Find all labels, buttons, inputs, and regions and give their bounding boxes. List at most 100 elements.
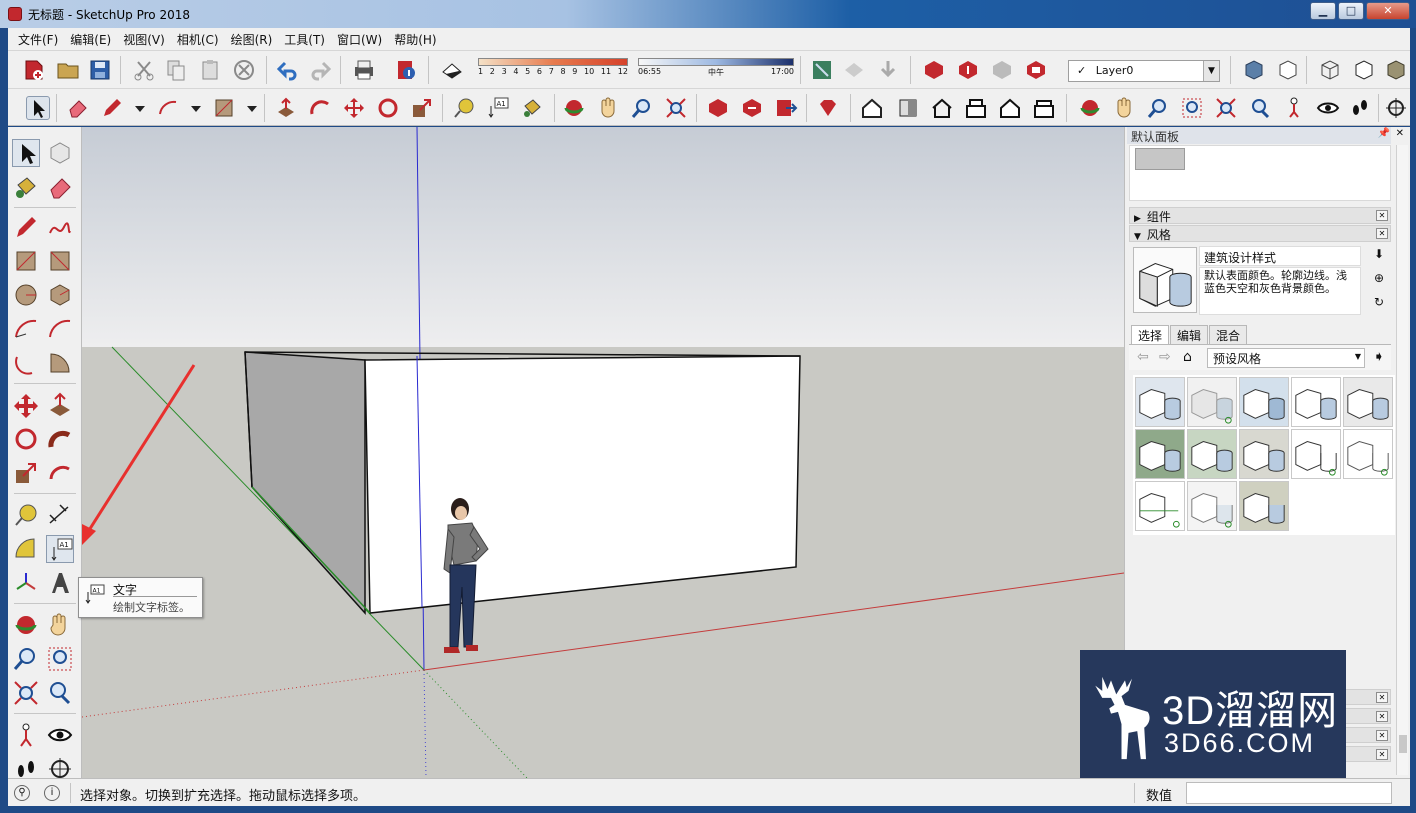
menu-camera[interactable]: 相机(C) xyxy=(171,31,225,48)
chevron-down-icon[interactable] xyxy=(184,96,201,120)
position-camera-icon[interactable] xyxy=(12,721,40,749)
3d-warehouse-icon[interactable] xyxy=(922,58,946,82)
paste-icon[interactable] xyxy=(198,58,222,82)
move-icon[interactable] xyxy=(342,96,366,120)
copy-icon[interactable] xyxy=(164,58,188,82)
style-swatch[interactable] xyxy=(1343,377,1393,427)
close-icon[interactable]: ✕ xyxy=(1376,210,1388,221)
wireframe-icon[interactable] xyxy=(1318,58,1342,82)
tape-measure-icon[interactable] xyxy=(12,501,40,529)
offset-icon[interactable] xyxy=(46,459,74,487)
orbit-icon[interactable] xyxy=(562,96,586,120)
close-button[interactable]: ✕ xyxy=(1366,2,1410,20)
warehouse-get-models-icon[interactable] xyxy=(706,96,730,120)
paint-bucket-icon[interactable] xyxy=(12,173,40,201)
new-file-icon[interactable] xyxy=(22,58,46,82)
front-view-icon[interactable] xyxy=(930,96,954,120)
menu-window[interactable]: 窗口(W) xyxy=(331,31,388,48)
move-icon[interactable] xyxy=(12,391,40,419)
style-swatch[interactable] xyxy=(1187,481,1237,531)
style-swatch[interactable] xyxy=(1135,481,1185,531)
zoom-icon[interactable] xyxy=(1146,96,1170,120)
three-point-arc-icon[interactable] xyxy=(12,349,40,377)
pan-hand-icon[interactable] xyxy=(596,96,620,120)
rotate-icon[interactable] xyxy=(12,425,40,453)
look-around-eye-icon[interactable] xyxy=(1316,96,1340,120)
close-icon[interactable]: ✕ xyxy=(1376,730,1388,741)
zoom-extents-icon[interactable] xyxy=(664,96,688,120)
style-swatch[interactable] xyxy=(1135,429,1185,479)
close-icon[interactable]: ✕ xyxy=(1396,128,1404,139)
close-icon[interactable]: ✕ xyxy=(1376,749,1388,760)
shadow-time-slider[interactable]: 06:55 中午 17:00 xyxy=(638,58,794,78)
close-icon[interactable]: ✕ xyxy=(1376,711,1388,722)
shadow-toggle-icon[interactable] xyxy=(440,58,464,82)
style-description-field[interactable]: 默认表面颜色。轮廓边线。浅蓝色天空和灰色背景颜色。 xyxy=(1199,267,1361,315)
chevron-down-icon[interactable] xyxy=(128,96,145,120)
position-camera-icon[interactable] xyxy=(1282,96,1306,120)
geo-location-icon[interactable] xyxy=(810,58,834,82)
style-name-field[interactable]: 建筑设计样式 xyxy=(1199,246,1361,266)
zoom-icon[interactable] xyxy=(12,645,40,673)
top-view-icon[interactable] xyxy=(896,96,920,120)
layer-dropdown[interactable]: ✓ Layer0 ▼ xyxy=(1068,60,1220,82)
material-swatch[interactable] xyxy=(1135,148,1185,170)
tab-edit[interactable]: 编辑 xyxy=(1170,325,1209,344)
arc-icon[interactable] xyxy=(12,315,40,343)
orbit-icon[interactable] xyxy=(12,611,40,639)
styles-panel-header[interactable]: ▼ 风格 ✕ xyxy=(1129,225,1391,242)
home-icon[interactable]: ⌂ xyxy=(1183,349,1192,365)
dimension-icon[interactable] xyxy=(46,501,74,529)
pin-icon[interactable]: 📌 xyxy=(1378,128,1390,139)
right-view-icon[interactable] xyxy=(964,96,988,120)
menu-file[interactable]: 文件(F) xyxy=(12,31,64,48)
maximize-button[interactable]: □ xyxy=(1338,2,1364,20)
details-arrow-icon[interactable]: ➧ xyxy=(1373,349,1385,365)
line-pencil-icon[interactable] xyxy=(12,213,40,241)
cut-icon[interactable] xyxy=(132,58,156,82)
line-pencil-icon[interactable] xyxy=(100,96,124,120)
save-icon[interactable] xyxy=(88,58,112,82)
update-style-icon[interactable]: ⬇ xyxy=(1371,247,1387,271)
share-component-icon[interactable] xyxy=(990,58,1014,82)
push-pull-icon[interactable] xyxy=(46,391,74,419)
import-terrain-icon[interactable] xyxy=(876,58,900,82)
style-swatch[interactable] xyxy=(1187,377,1237,427)
iso-view-icon[interactable] xyxy=(860,96,884,120)
open-folder-icon[interactable] xyxy=(56,58,80,82)
style-swatch[interactable] xyxy=(1291,429,1341,479)
menu-view[interactable]: 视图(V) xyxy=(117,31,171,48)
redo-icon[interactable] xyxy=(308,58,332,82)
close-icon[interactable]: ✕ xyxy=(1376,228,1388,239)
create-style-icon[interactable]: ⊕ xyxy=(1371,271,1387,295)
text-tool-icon[interactable]: A1 xyxy=(486,96,510,120)
close-icon[interactable]: ✕ xyxy=(1376,692,1388,703)
forward-arrow-icon[interactable]: ⇨ xyxy=(1159,349,1171,365)
text-tool-icon[interactable]: A1 xyxy=(46,535,74,563)
select-arrow-icon[interactable] xyxy=(12,139,40,167)
rectangle-icon[interactable] xyxy=(212,96,236,120)
menu-draw[interactable]: 绘图(R) xyxy=(225,31,279,48)
ruby-console-icon[interactable] xyxy=(816,96,840,120)
tab-mix[interactable]: 混合 xyxy=(1209,325,1248,344)
tray-scrollbar[interactable] xyxy=(1396,145,1408,775)
refresh-icon[interactable]: ↻ xyxy=(1371,295,1387,319)
previous-view-icon[interactable] xyxy=(46,679,74,707)
menu-edit[interactable]: 编辑(E) xyxy=(64,31,117,48)
back-view-icon[interactable] xyxy=(998,96,1022,120)
pan-hand-icon[interactable] xyxy=(46,611,74,639)
modeling-viewport[interactable] xyxy=(82,127,1124,778)
geo-location-status-icon[interactable]: ⚲ xyxy=(14,785,30,801)
style-swatch[interactable] xyxy=(1239,481,1289,531)
protractor-icon[interactable] xyxy=(12,535,40,563)
3d-text-icon[interactable] xyxy=(46,569,74,597)
style-swatch[interactable] xyxy=(1135,377,1185,427)
look-around-eye-icon[interactable] xyxy=(46,721,74,749)
style-swatch[interactable] xyxy=(1239,429,1289,479)
follow-me-icon[interactable] xyxy=(308,96,332,120)
zoom-window-icon[interactable] xyxy=(1180,96,1204,120)
select-arrow-icon[interactable] xyxy=(26,96,50,120)
model-info-icon[interactable] xyxy=(394,58,418,82)
add-location-icon[interactable] xyxy=(842,58,866,82)
undo-icon[interactable] xyxy=(276,58,300,82)
